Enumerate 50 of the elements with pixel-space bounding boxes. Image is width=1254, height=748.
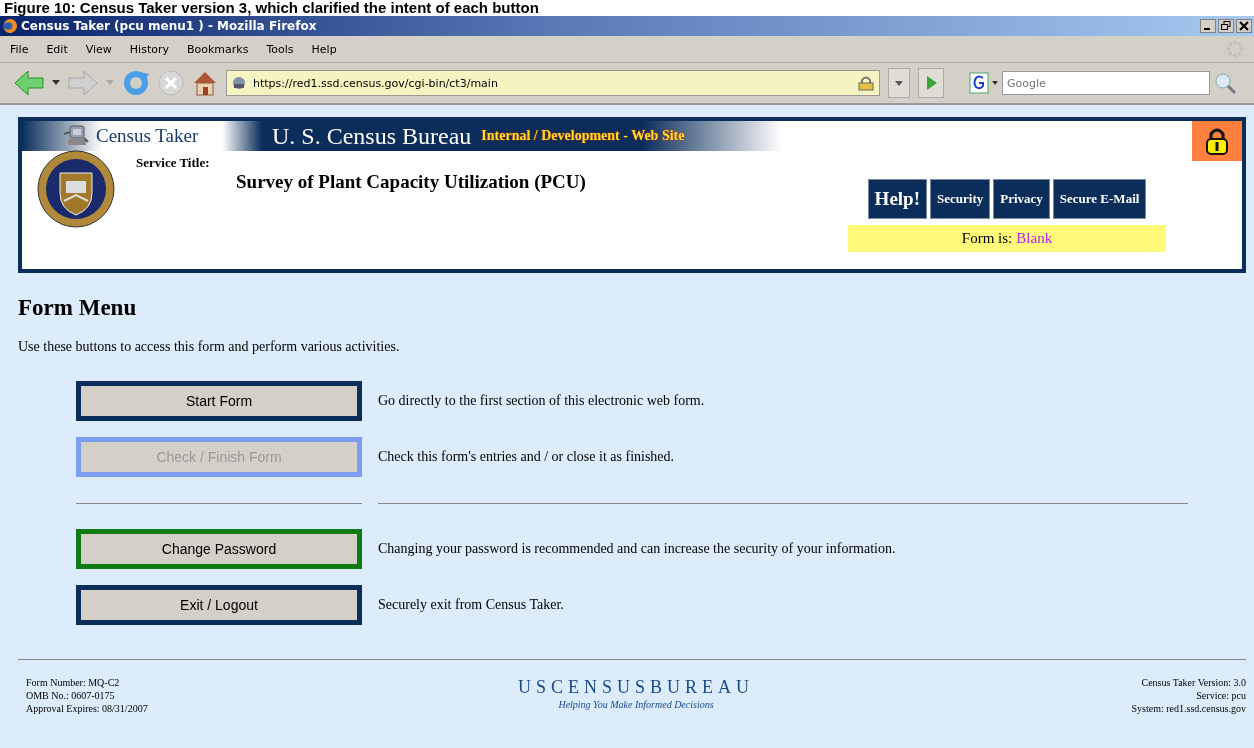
menu-item[interactable]: Bookmarks [187, 42, 249, 56]
footer-text: Census Taker Version: 3.0 [1140, 676, 1246, 689]
action-button[interactable]: Exit / Logout [76, 585, 362, 625]
status-label: Form is: [961, 230, 1013, 246]
footer-text: Approval Expires: 08/31/2007 [26, 702, 149, 715]
header-link[interactable]: Secure E-Mail [1052, 179, 1147, 219]
status-value: Blank [1016, 230, 1053, 246]
footer-text: Form Number: MQ-C2 [26, 676, 121, 689]
menu-item[interactable]: Help [311, 42, 337, 56]
bureau-logo-text: USCENSUSBUREAU [516, 676, 755, 698]
computer-mascot-icon[interactable] [62, 124, 90, 148]
padlock-icon[interactable] [1204, 126, 1230, 156]
site-note: Internal / Development - Web Site [481, 128, 685, 144]
field-label: Service Title: [136, 155, 211, 171]
search-field[interactable]: Google [1002, 71, 1210, 95]
footer-text: OMB No.: 0607-0175 [26, 689, 116, 702]
header-link[interactable]: Privacy [993, 179, 1050, 219]
caret-icon[interactable] [52, 80, 60, 86]
header-link[interactable]: Security [930, 179, 991, 219]
intro-text: Use these buttons to access this form and perform various activities. [18, 339, 401, 355]
action-description: Changing your password is recommended and can increase the security of your information. [378, 541, 896, 557]
seal-icon [36, 149, 116, 229]
action-description: Securely exit from Census Taker. [378, 597, 564, 613]
firefox-icon[interactable] [2, 18, 18, 34]
menu-item[interactable]: File [10, 42, 29, 56]
agency-name: U. S. Census Bureau [272, 122, 472, 150]
app-name: Census Taker [96, 125, 199, 147]
minimize-button[interactable] [1200, 19, 1216, 33]
site-icon[interactable] [231, 75, 247, 91]
page-heading: Form Menu [18, 295, 138, 321]
menu-item[interactable]: Edit [46, 42, 68, 56]
action-description: Go directly to the first section of this electronic web form. [378, 393, 705, 409]
action-button[interactable]: Start Form [76, 381, 362, 421]
window-title: Census Taker (pcu menu1 ) - Mozilla Firefox [21, 19, 317, 33]
restore-button[interactable] [1218, 19, 1234, 33]
menu-item[interactable]: Tools [266, 42, 294, 56]
footer-text: System: red1.ssd.census.gov [1130, 702, 1246, 715]
menu-item[interactable]: History [129, 42, 169, 56]
action-description: Check this form's entries and / or close it as finished. [378, 449, 675, 465]
header-link[interactable]: Help! [867, 179, 927, 219]
figure-caption: Figure 10: Census Taker version 3, which clarified the intent of each button [3, 0, 540, 16]
tagline: Helping You Make Informed Decisions [557, 698, 715, 711]
dropdown-button[interactable] [888, 68, 910, 98]
close-button[interactable] [1236, 19, 1252, 33]
menu-item[interactable]: View [85, 42, 112, 56]
action-button[interactable]: Change Password [76, 529, 362, 569]
home-icon[interactable] [192, 70, 218, 96]
address-field[interactable]: https://red1.ssd.census.gov/cgi-bin/ct3/main [226, 70, 880, 96]
footer-text: Service: pcu [1195, 689, 1246, 702]
service-title: Survey of Plant Capacity Utilization (PCU) [236, 171, 587, 193]
